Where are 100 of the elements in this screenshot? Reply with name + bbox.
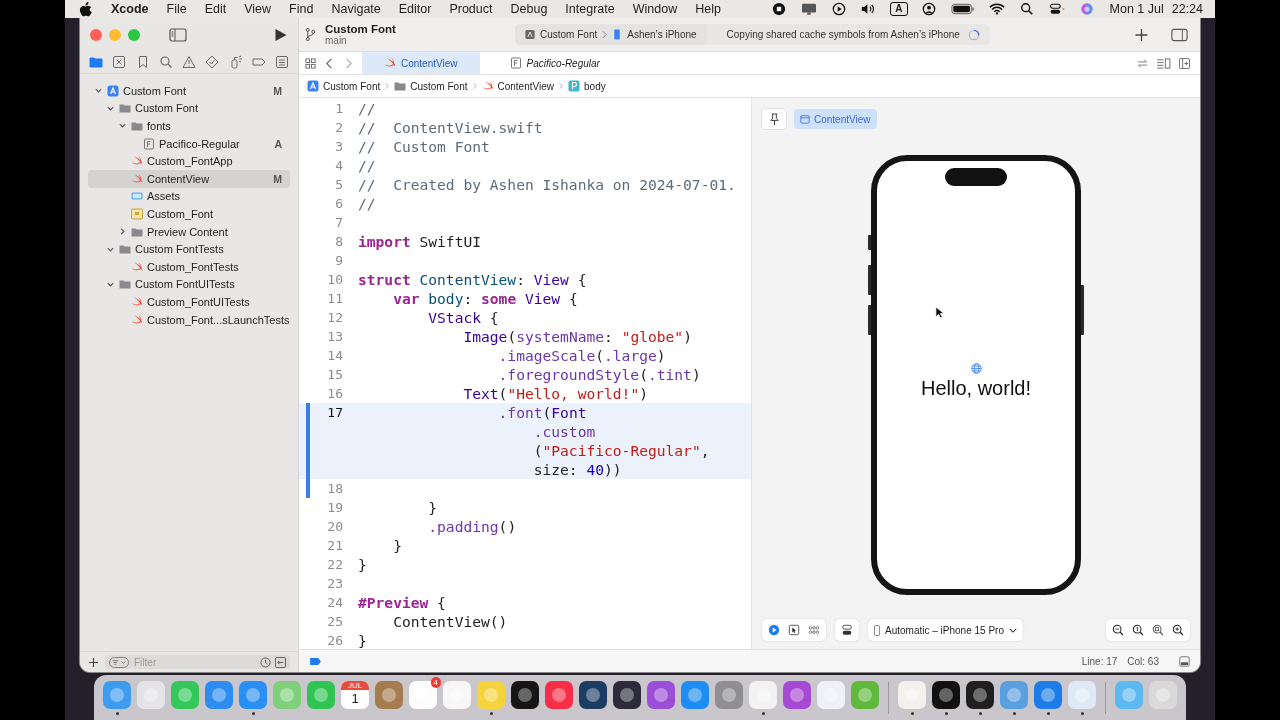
diamond-icon[interactable] — [205, 55, 220, 69]
zoom-fit-icon[interactable] — [1152, 624, 1164, 636]
siri-icon[interactable] — [1078, 2, 1095, 16]
x-square-icon[interactable] — [112, 55, 127, 69]
filter-icon[interactable] — [109, 656, 129, 668]
line-number: 23 — [327, 575, 344, 593]
swift-icon — [131, 172, 143, 185]
back-icon[interactable] — [324, 57, 335, 69]
menu-item[interactable]: Editor — [389, 2, 441, 16]
navigator-item[interactable]: fonts — [88, 117, 290, 135]
inspector-toggle-icon[interactable] — [1171, 27, 1188, 42]
app-icon[interactable] — [931, 680, 961, 710]
navigator-item[interactable]: Assets — [88, 187, 290, 206]
navigator-item[interactable]: Custom_Font...sLaunchTests — [88, 310, 290, 329]
debug-area-toggle-icon[interactable] — [1179, 655, 1190, 667]
app-icon[interactable] — [510, 680, 540, 710]
app-icon[interactable] — [612, 680, 642, 710]
add-icon[interactable] — [88, 656, 99, 668]
document-icon — [131, 207, 143, 220]
chevron-down-icon[interactable] — [94, 86, 103, 96]
code-line: VStack { — [427, 308, 499, 327]
add-icon[interactable] — [1134, 27, 1149, 42]
clock-icon[interactable] — [260, 656, 271, 668]
app-icon[interactable] — [965, 680, 995, 710]
grid-icon[interactable] — [305, 57, 316, 69]
line-number: 20 — [327, 518, 344, 536]
menu-item[interactable]: Xcode — [102, 2, 158, 16]
pin-icon[interactable] — [768, 112, 780, 126]
navigator-item[interactable]: Custom_Font — [88, 205, 290, 223]
warning-icon[interactable] — [182, 55, 196, 69]
variants-icon[interactable] — [841, 624, 853, 636]
grid-icon[interactable] — [808, 624, 820, 636]
play-circle-icon[interactable] — [831, 2, 848, 16]
menu-bar-time[interactable]: 22:24 — [1171, 2, 1203, 16]
chevron-right-icon — [385, 82, 390, 90]
navigator-item[interactable]: Preview Content — [88, 222, 290, 241]
control-center-icon[interactable] — [1048, 2, 1065, 16]
lines-icon[interactable] — [1156, 57, 1171, 69]
pin-button[interactable] — [762, 109, 786, 129]
preview-chip[interactable]: ContentView — [794, 109, 877, 129]
app-project-icon — [307, 80, 319, 92]
menu-item[interactable]: Window — [623, 2, 687, 16]
sidebar-toggle-icon[interactable] — [169, 27, 187, 42]
breadcrumb-item[interactable]: ContentView — [481, 80, 555, 92]
line-number: 18 — [327, 480, 344, 498]
menu-item[interactable]: Navigate — [322, 2, 390, 16]
menu-item[interactable]: File — [157, 2, 196, 16]
live-preview-icon[interactable] — [768, 624, 780, 636]
close-button[interactable] — [90, 28, 102, 41]
tag-icon[interactable] — [309, 656, 322, 666]
list-icon[interactable] — [275, 55, 289, 69]
actual-size-icon[interactable] — [1132, 624, 1144, 636]
zoom-in-icon[interactable] — [1172, 624, 1184, 636]
editor-tab[interactable]: ContentView — [362, 52, 480, 74]
input-source-indicator[interactable]: A — [890, 2, 908, 16]
stop-icon[interactable] — [771, 2, 788, 16]
display-icon[interactable] — [801, 2, 818, 16]
line-number: 8 — [335, 233, 344, 251]
chevron-down-icon[interactable] — [118, 121, 127, 131]
search-icon[interactable] — [1018, 2, 1035, 16]
navigator-item[interactable]: Pacifico-Regular A — [88, 134, 290, 153]
chevron-right-icon[interactable] — [118, 227, 127, 237]
navigator-item[interactable]: Custom_FontTests — [88, 257, 290, 276]
user-icon[interactable] — [920, 2, 937, 16]
menu-item[interactable]: View — [235, 2, 281, 16]
battery-icon[interactable] — [950, 2, 975, 16]
menu-bar-date[interactable]: Mon 1 Jul — [1109, 2, 1164, 16]
navigator-item[interactable]: ContentView M — [88, 169, 290, 188]
menu-item[interactable]: Debug — [501, 2, 557, 16]
menu-item[interactable]: Edit — [195, 2, 236, 16]
select-icon[interactable] — [788, 624, 800, 636]
device-selector[interactable]: Automatic – iPhone 15 Pro — [868, 619, 1023, 641]
scheme-selector[interactable]: Custom Font Ashen’s iPhone — [515, 24, 707, 45]
menu-item[interactable]: Product — [440, 2, 502, 16]
run-icon[interactable] — [273, 27, 288, 42]
navigator-item[interactable]: Custom FontUITests — [88, 275, 290, 294]
navigator-item[interactable]: Custom_FontApp — [88, 152, 290, 170]
filter-field[interactable]: Filter — [105, 655, 290, 669]
menu-item[interactable]: Integrate — [556, 2, 624, 16]
add-editor-icon[interactable] — [1179, 57, 1190, 69]
menu-item[interactable]: Find — [280, 2, 323, 16]
breadcrumb-item[interactable]: body — [568, 80, 606, 92]
scm-filter-icon[interactable] — [275, 656, 286, 668]
navigator-item[interactable]: Custom Font — [88, 99, 290, 118]
calendar-app-icon[interactable]: JUL 1 — [341, 681, 369, 709]
wifi-icon[interactable] — [988, 2, 1005, 16]
navigator-item[interactable]: Custom Font M — [88, 82, 290, 100]
cursor-column: Col: 63 — [1127, 655, 1159, 667]
zoom-out-icon[interactable] — [1112, 624, 1124, 636]
app-icon[interactable] — [578, 680, 608, 710]
apple-logo-icon[interactable] — [79, 1, 92, 17]
breadcrumb-item[interactable]: Custom Font — [307, 80, 381, 92]
menu-item[interactable]: Help — [686, 2, 730, 16]
tag-icon[interactable] — [251, 55, 266, 69]
navigator-item[interactable]: Custom_FontUITests — [88, 293, 290, 311]
spinner-icon — [967, 28, 980, 41]
breadcrumb-item[interactable]: Custom Font — [394, 80, 468, 92]
folder-icon[interactable] — [89, 55, 103, 69]
editor-tab[interactable]: Pacifico-Regular — [487, 52, 622, 74]
navigator-item[interactable]: Custom FontTests — [88, 240, 290, 258]
